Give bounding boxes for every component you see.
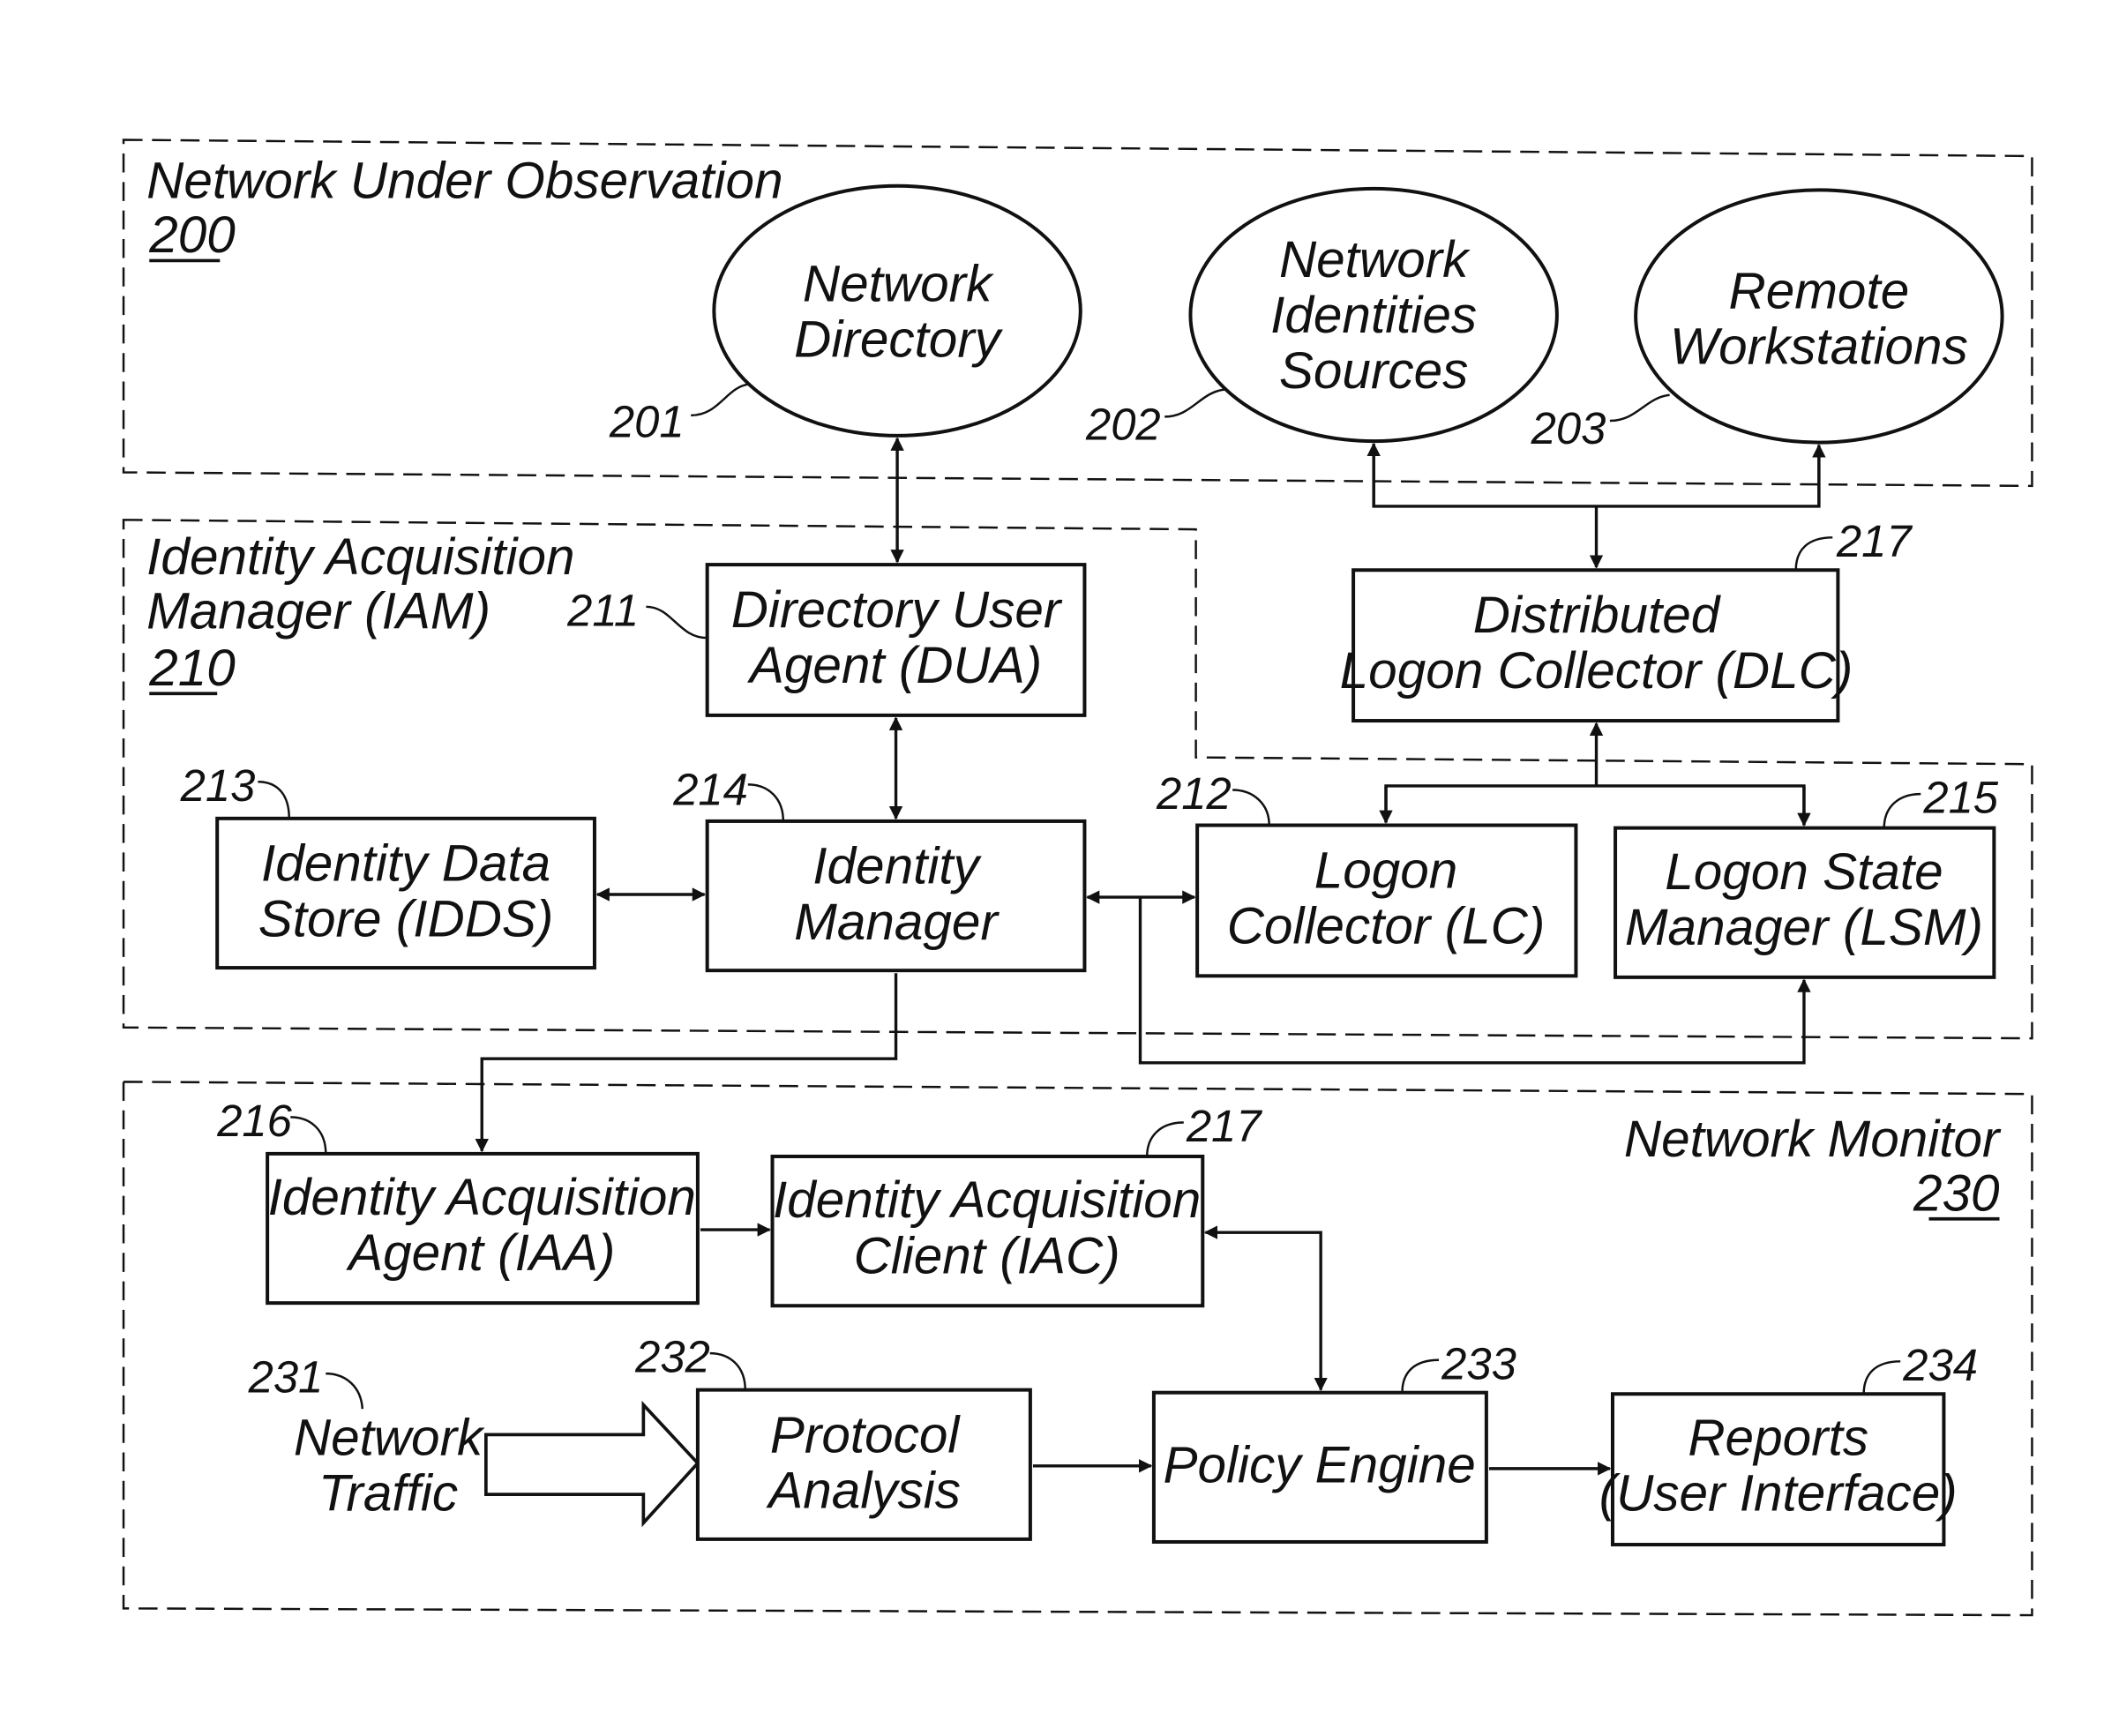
node-label-line1: Reports	[1688, 1409, 1868, 1466]
ref-label: 203	[1531, 403, 1606, 453]
leader-line	[326, 1372, 364, 1410]
node-label-line3: Sources	[1279, 342, 1469, 400]
leader-line	[258, 781, 290, 819]
node-label-line2: (User Interface)	[1599, 1465, 1958, 1523]
node-network-traffic: Network Traffic 231	[248, 1352, 700, 1528]
node-label-line2: Analysis	[766, 1462, 961, 1519]
node-label-line1: Logon	[1314, 842, 1458, 899]
traffic-flow-arrow-icon	[484, 1400, 700, 1528]
node-label-line2: Workstations	[1670, 318, 1968, 375]
ref-label: 234	[1902, 1340, 1978, 1390]
node-label-line1: Network	[294, 1409, 485, 1466]
leader-line	[1232, 789, 1270, 826]
node-identity-manager: Identity Manager 214	[672, 764, 1087, 973]
ref-label: 211	[566, 585, 639, 635]
node-label-line2: Logon Collector (DLC)	[1340, 642, 1853, 700]
node-label-line1: Directory User	[731, 581, 1063, 639]
node-label-line1: Identity Acquisition	[268, 1169, 696, 1226]
node-label-line2: Traffic	[318, 1465, 458, 1523]
node-label-line1: Remote	[1728, 262, 1909, 319]
ref-label: 217	[1186, 1101, 1262, 1151]
node-identity-data-store: Identity Data Store (IDDS) 213	[180, 760, 596, 970]
node-directory-user-agent: Directory User Agent (DUA) 211	[566, 563, 1087, 717]
leader-line	[1609, 393, 1670, 423]
leader-line	[290, 1116, 327, 1154]
node-distributed-logon-collector: Distributed Logon Collector (DLC) 217	[1340, 516, 1913, 723]
connector-lc-lsm-bus	[1384, 784, 1806, 826]
node-label-line2: Identities	[1270, 287, 1477, 344]
leader-line	[709, 1351, 746, 1390]
node-label-line1: Policy Engine	[1163, 1436, 1475, 1493]
leader-line	[691, 383, 750, 417]
region-ref: 230	[1913, 1165, 2000, 1223]
node-logon-collector: Logon Collector (LC) 212	[1156, 768, 1578, 978]
node-policy-engine: Policy Engine 233	[1151, 1338, 1516, 1544]
region-title: Network Monitor	[1624, 1111, 2002, 1168]
node-remote-workstations: Remote Workstations 203	[1531, 188, 2004, 453]
node-identity-acquisition-agent: Identity Acquisition Agent (IAA) 216	[216, 1096, 700, 1306]
node-label-line1: Identity Acquisition	[773, 1171, 1201, 1229]
node-label-line1: Network	[803, 256, 994, 313]
node-network-directory: Network Directory 201	[609, 183, 1082, 446]
ref-label: 217	[1836, 516, 1913, 566]
identity-acquisition-diagram: Network Under Observation 200 Identity A…	[122, 138, 2033, 1617]
ref-label: 216	[216, 1096, 292, 1146]
node-protocol-analysis: Protocol Analysis 232	[634, 1332, 1032, 1541]
node-label-line2: Agent (DUA)	[747, 637, 1042, 694]
node-label-line1: Network	[1279, 231, 1471, 288]
leader-line	[1794, 536, 1833, 571]
ref-label: 213	[180, 760, 256, 811]
region-title-line1: Identity Acquisition	[146, 528, 574, 586]
ref-label: 231	[248, 1352, 324, 1403]
node-label-line1: Distributed	[1473, 587, 1722, 644]
node-label-line2: Directory	[794, 311, 1004, 369]
node-network-identities-sources: Network Identities Sources 202	[1085, 186, 1559, 450]
node-label-line2: Agent (IAA)	[346, 1224, 615, 1282]
ref-label: 214	[672, 764, 748, 814]
node-logon-state-manager: Logon State Manager (LSM) 215	[1614, 773, 1999, 979]
node-label-line1: Protocol	[770, 1406, 962, 1463]
region-ref: 210	[148, 640, 236, 697]
node-label-line2: Store (IDDS)	[258, 891, 554, 948]
node-identity-acquisition-client: Identity Acquisition Client (IAC) 217	[770, 1101, 1262, 1308]
ref-label: 212	[1156, 768, 1232, 819]
node-label-line1: Identity Data	[261, 835, 550, 893]
connector-iac-policy-engine	[1203, 1225, 1328, 1392]
leader-line	[1862, 1360, 1901, 1395]
node-label-line2: Client (IAC)	[854, 1227, 1120, 1284]
node-label-line1: Identity	[812, 838, 982, 895]
ref-label: 201	[609, 396, 685, 446]
ref-label: 232	[634, 1332, 710, 1382]
ref-label: 233	[1441, 1338, 1516, 1388]
node-label-line2: Manager	[794, 894, 1000, 951]
leader-line	[747, 783, 785, 821]
leader-line	[1401, 1358, 1440, 1393]
ref-label: 202	[1085, 400, 1161, 450]
node-label-line2: Manager (LSM)	[1625, 899, 1983, 956]
connector-identity-manager-iaa	[475, 973, 898, 1153]
node-reports: Reports (User Interface) 234	[1599, 1340, 1978, 1547]
leader-line	[646, 605, 708, 640]
ref-label: 215	[1922, 773, 1998, 823]
region-title-line2: Manager (IAM)	[146, 582, 490, 640]
node-label-line1: Logon State	[1665, 843, 1943, 901]
leader-line	[1145, 1121, 1184, 1156]
node-label-line2: Collector (LC)	[1227, 897, 1546, 954]
leader-line	[1164, 388, 1225, 418]
region-ref: 200	[148, 206, 236, 264]
region-title: Network Under Observation	[146, 153, 782, 210]
leader-line	[1883, 792, 1921, 828]
